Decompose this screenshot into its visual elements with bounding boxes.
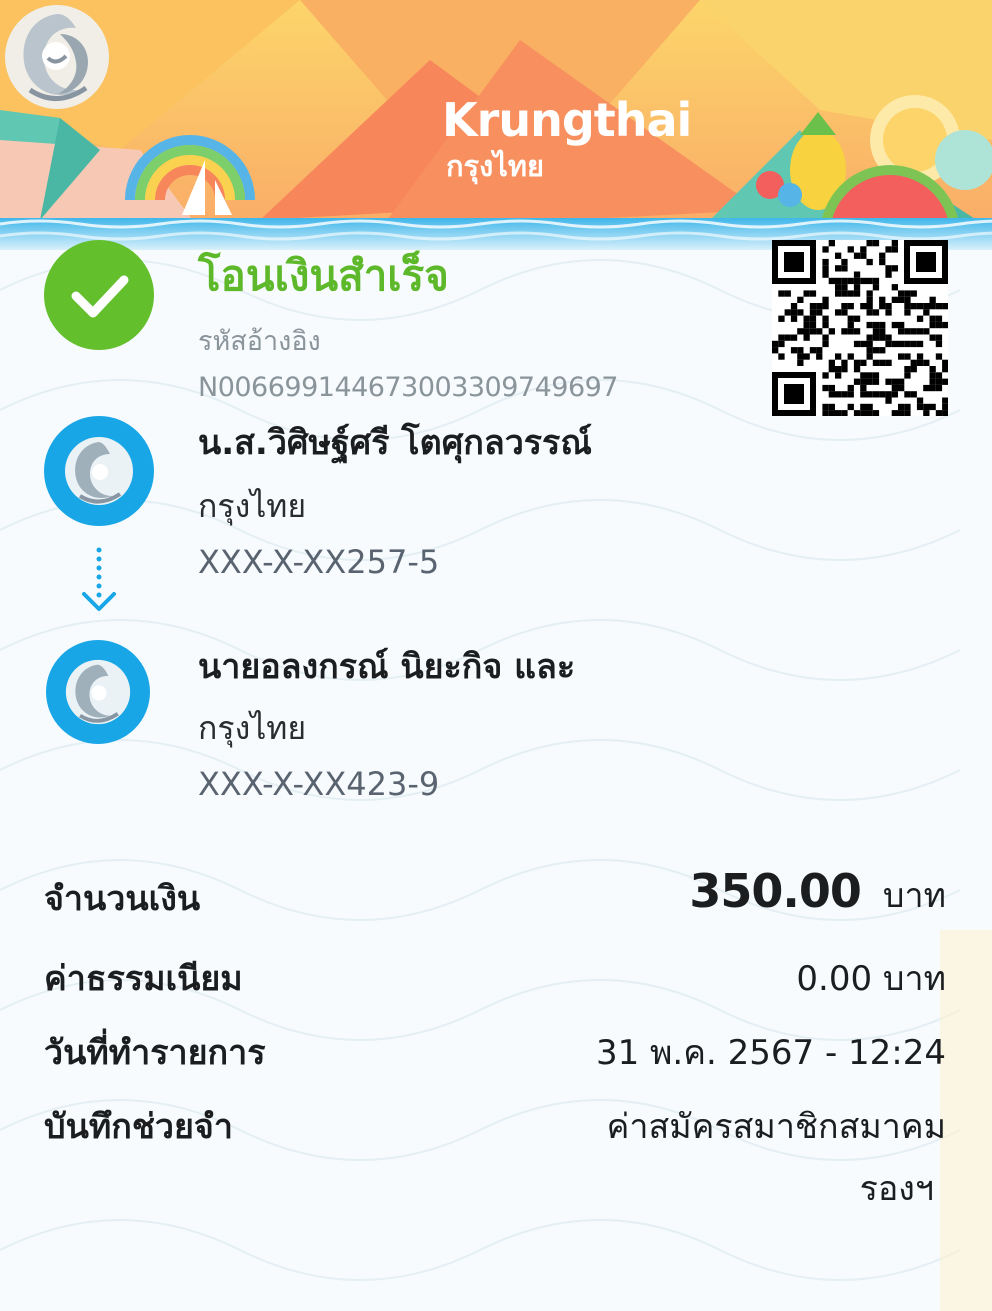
memo-label: บันทึกช่วยจำ	[44, 1107, 233, 1147]
amount-label: จำนวนเงิน	[44, 879, 201, 919]
amount-value: 350.00	[689, 864, 862, 918]
transfer-down-arrow-icon	[82, 547, 116, 611]
memo-value-line2: รองฯ	[859, 1169, 934, 1209]
date-value: 31 พ.ค. 2567 - 12:24	[595, 1033, 946, 1073]
sender-account: XXX-X-XX257-5	[198, 543, 440, 581]
brand-name-thai: กรุงไทย	[446, 149, 544, 183]
transfer-slip: Krungthai กรุงไทย โอนเงินสำเร็จ รหัสอ้าง…	[0, 0, 992, 1311]
brand-name: Krungthai	[442, 93, 692, 147]
fee-value: 0.00 บาท	[796, 959, 946, 999]
success-title: โอนเงินสำเร็จ	[198, 251, 449, 300]
receiver-account: XXX-X-XX423-9	[198, 765, 440, 803]
receiver-bank: กรุงไทย	[198, 709, 307, 747]
date-label: วันที่ทำรายการ	[44, 1033, 266, 1073]
receiver-bank-logo-icon	[46, 640, 150, 744]
amount-unit: บาท	[882, 876, 946, 916]
memo-value-line1: ค่าสมัครสมาชิกสมาคม	[606, 1107, 946, 1147]
reference-label: รหัสอ้างอิง	[198, 326, 321, 357]
header-banner: Krungthai กรุงไทย	[0, 0, 992, 250]
qr-code-icon[interactable]	[772, 240, 948, 416]
success-check-icon	[44, 240, 154, 350]
amount-row-value: 350.00 บาท	[689, 868, 946, 919]
sender-bank-logo-icon	[44, 416, 154, 526]
krungthai-bird-logo-icon	[5, 5, 109, 109]
sender-name: น.ส.วิศิษฐ์ศรี โตศุกลวรรณ์	[198, 423, 592, 463]
fee-label: ค่าธรรมเนียม	[44, 959, 243, 999]
reference-number: N006699144673003309749697	[198, 372, 618, 403]
receiver-name: นายอลงกรณ์ นิยะกิจ และ	[198, 647, 576, 687]
sender-bank: กรุงไทย	[198, 487, 307, 525]
